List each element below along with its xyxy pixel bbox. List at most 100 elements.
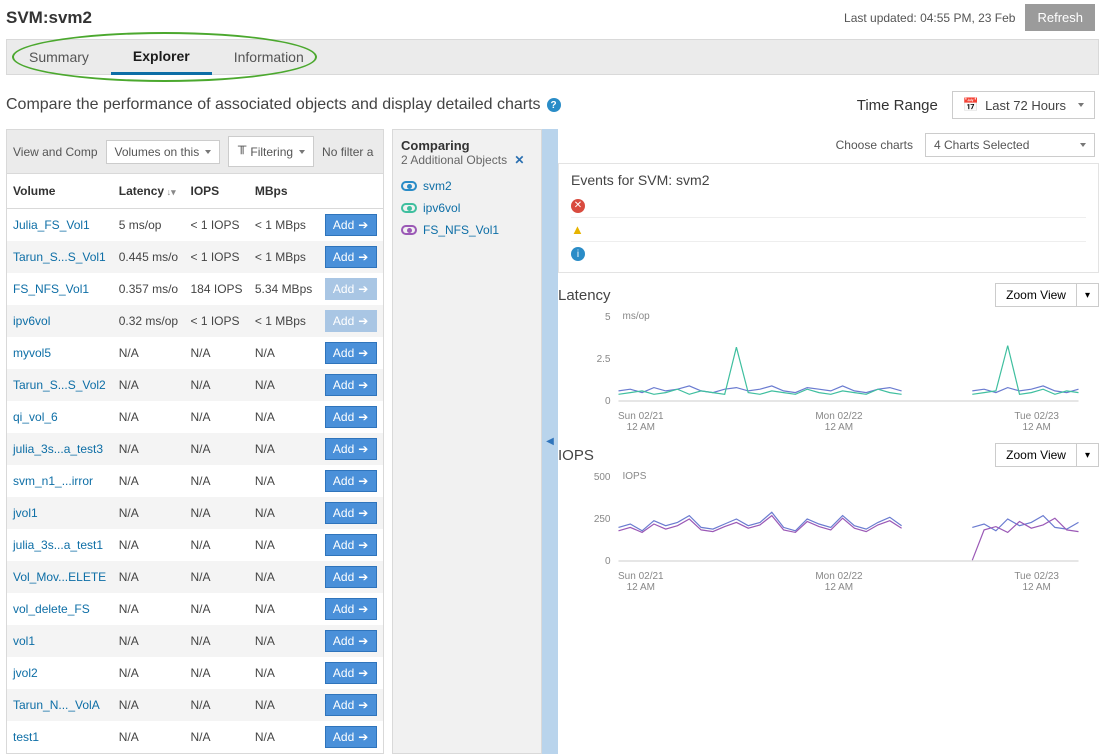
col-iops[interactable]: IOPS <box>185 174 249 209</box>
mbps-cell: N/A <box>249 465 319 497</box>
collapse-handle[interactable]: ◀ <box>542 129 558 754</box>
calendar-icon: 📅 <box>963 97 979 113</box>
timerange-label: Time Range <box>857 97 938 114</box>
col-volume[interactable]: Volume <box>7 174 113 209</box>
arrow-right-icon: ➔ <box>358 314 368 328</box>
volume-link[interactable]: svm_n1_...irror <box>13 474 93 488</box>
zoom-dropdown[interactable]: ▾ <box>1077 283 1099 307</box>
add-button[interactable]: Add➔ <box>325 214 377 236</box>
add-button[interactable]: Add➔ <box>325 726 377 748</box>
iops-cell: N/A <box>185 337 249 369</box>
filter-icon: 𝍯 <box>237 141 247 162</box>
tab-summary[interactable]: Summary <box>7 41 111 73</box>
latency-cell: N/A <box>113 721 185 754</box>
zoom-dropdown[interactable]: ▾ <box>1077 443 1099 467</box>
iops-cell: N/A <box>185 401 249 433</box>
mbps-cell: < 1 MBps <box>249 209 319 242</box>
zoom-view-button[interactable]: Zoom View <box>995 283 1077 307</box>
arrow-right-icon: ➔ <box>358 218 368 232</box>
volume-link[interactable]: jvol2 <box>13 666 38 680</box>
comparing-item[interactable]: FS_NFS_Vol1 <box>401 219 533 241</box>
iops-cell: N/A <box>185 561 249 593</box>
table-row: FS_NFS_Vol10.357 ms/o184 IOPS5.34 MBpsAd… <box>7 273 384 305</box>
add-button[interactable]: Add➔ <box>325 630 377 652</box>
volume-link[interactable]: test1 <box>13 730 39 744</box>
volume-link[interactable]: Tarun_S...S_Vol2 <box>13 378 106 392</box>
mbps-cell: N/A <box>249 657 319 689</box>
svg-text:5: 5 <box>605 312 611 323</box>
volume-link[interactable]: vol1 <box>13 634 35 648</box>
tab-information[interactable]: Information <box>212 41 326 73</box>
comparing-item-label[interactable]: ipv6vol <box>423 201 460 215</box>
mbps-cell: 5.34 MBps <box>249 273 319 305</box>
volume-link[interactable]: myvol5 <box>13 346 51 360</box>
add-button[interactable]: Add➔ <box>325 598 377 620</box>
comparing-item[interactable]: ipv6vol <box>401 197 533 219</box>
zoom-view-button[interactable]: Zoom View <box>995 443 1077 467</box>
add-button[interactable]: Add➔ <box>325 662 377 684</box>
table-row: vol1N/AN/AN/AAdd➔ <box>7 625 384 657</box>
add-button[interactable]: Add➔ <box>325 246 377 268</box>
col-mbps[interactable]: MBps <box>249 174 319 209</box>
table-row: jvol1N/AN/AN/AAdd➔ <box>7 497 384 529</box>
table-row: vol_delete_FSN/AN/AN/AAdd➔ <box>7 593 384 625</box>
volumes-table: Volume Latency ↓▾ IOPS MBps Julia_FS_Vol… <box>6 173 384 754</box>
volume-link[interactable]: Tarun_N..._VolA <box>13 698 100 712</box>
chart-latency: LatencyZoom View▾02.55ms/opSun 02/2112 A… <box>558 283 1099 433</box>
add-button[interactable]: Add➔ <box>325 406 377 428</box>
table-row: Vol_Mov...ELETEN/AN/AN/AAdd➔ <box>7 561 384 593</box>
table-row: Tarun_S...S_Vol2N/AN/AN/AAdd➔ <box>7 369 384 401</box>
charts-selected-value: 4 Charts Selected <box>934 138 1029 152</box>
table-row: Julia_FS_Vol15 ms/op< 1 IOPS< 1 MBpsAdd➔ <box>7 209 384 242</box>
comparing-item-label[interactable]: svm2 <box>423 179 452 193</box>
chart-plot: 0250500IOPS <box>558 467 1099 571</box>
iops-cell: N/A <box>185 369 249 401</box>
view-compare-dropdown[interactable]: Volumes on this <box>106 140 221 164</box>
add-button[interactable]: Add➔ <box>325 694 377 716</box>
add-button[interactable]: Add➔ <box>325 502 377 524</box>
sort-desc-icon: ↓▾ <box>164 187 176 197</box>
volume-link[interactable]: Julia_FS_Vol1 <box>13 218 90 232</box>
timerange-dropdown[interactable]: 📅 Last 72 Hours <box>952 91 1095 119</box>
add-button: Add➔ <box>325 278 377 300</box>
clear-comparing-button[interactable]: ✕ <box>514 153 524 167</box>
add-button[interactable]: Add➔ <box>325 342 377 364</box>
table-row: svm_n1_...irrorN/AN/AN/AAdd➔ <box>7 465 384 497</box>
col-actions <box>319 174 384 209</box>
volume-link[interactable]: julia_3s...a_test3 <box>13 442 103 456</box>
tabs-bar: Summary Explorer Information <box>6 39 1099 75</box>
add-button[interactable]: Add➔ <box>325 534 377 556</box>
volume-link[interactable]: julia_3s...a_test1 <box>13 538 103 552</box>
choose-charts-dropdown[interactable]: 4 Charts Selected <box>925 133 1095 157</box>
add-button[interactable]: Add➔ <box>325 470 377 492</box>
refresh-button[interactable]: Refresh <box>1025 4 1095 31</box>
help-icon[interactable]: ? <box>547 98 561 112</box>
volume-link[interactable]: Vol_Mov...ELETE <box>13 570 106 584</box>
col-latency[interactable]: Latency ↓▾ <box>113 174 185 209</box>
add-button[interactable]: Add➔ <box>325 566 377 588</box>
mbps-cell: N/A <box>249 369 319 401</box>
comparing-item[interactable]: svm2 <box>401 175 533 197</box>
table-row: myvol5N/AN/AN/AAdd➔ <box>7 337 384 369</box>
iops-cell: N/A <box>185 721 249 754</box>
page-title-name: svm2 <box>49 8 92 28</box>
volume-link[interactable]: qi_vol_6 <box>13 410 58 424</box>
choose-charts-label: Choose charts <box>836 138 913 152</box>
add-button[interactable]: Add➔ <box>325 438 377 460</box>
volume-link[interactable]: jvol1 <box>13 506 38 520</box>
iops-cell: N/A <box>185 657 249 689</box>
arrow-right-icon: ➔ <box>358 602 368 616</box>
filtering-dropdown[interactable]: 𝍯 Filtering <box>228 136 314 167</box>
add-button[interactable]: Add➔ <box>325 374 377 396</box>
volume-link[interactable]: ipv6vol <box>13 314 50 328</box>
latency-cell: N/A <box>113 337 185 369</box>
events-panel: Events for SVM: svm2 ✕ ▲ i <box>558 163 1099 273</box>
chart-plot: 02.55ms/op <box>558 307 1099 411</box>
arrow-right-icon: ➔ <box>358 346 368 360</box>
comparing-item-label[interactable]: FS_NFS_Vol1 <box>423 223 499 237</box>
volume-link[interactable]: vol_delete_FS <box>13 602 90 616</box>
volume-link[interactable]: FS_NFS_Vol1 <box>13 282 89 296</box>
svg-text:0: 0 <box>605 396 611 407</box>
tab-explorer[interactable]: Explorer <box>111 40 212 75</box>
volume-link[interactable]: Tarun_S...S_Vol1 <box>13 250 106 264</box>
